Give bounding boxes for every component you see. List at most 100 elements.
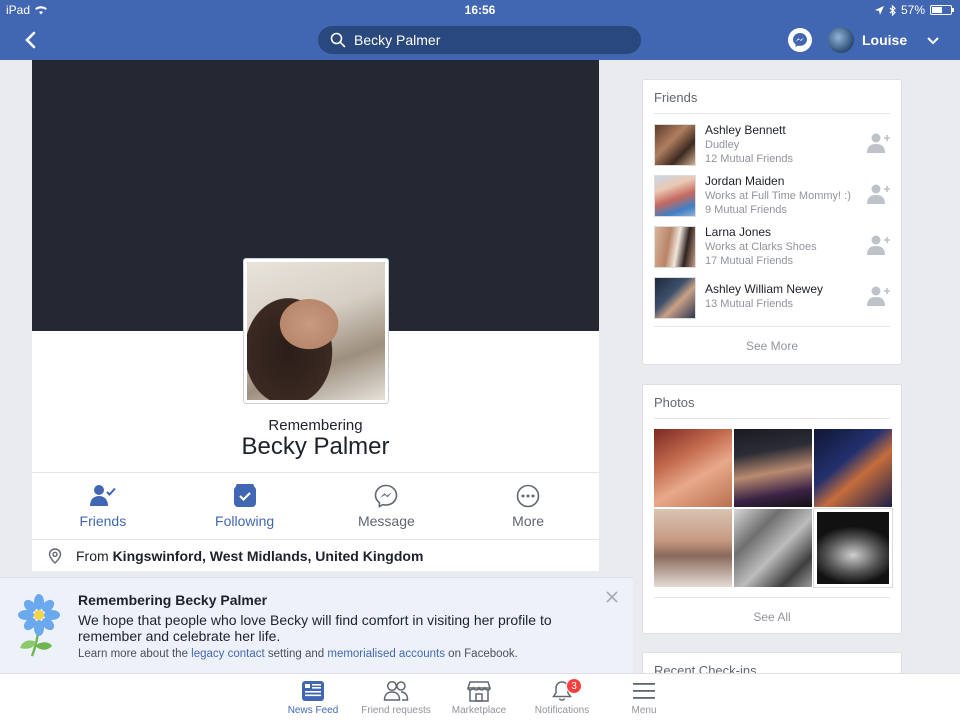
profile-photo-image <box>247 262 385 400</box>
following-button[interactable]: Following <box>174 473 316 539</box>
tab-label: News Feed <box>287 705 339 716</box>
friends-card-title: Friends <box>654 80 890 114</box>
friend-name[interactable]: Ashley Bennett <box>705 123 786 137</box>
hometown-place[interactable]: Kingswinford, West Midlands, United King… <box>113 548 424 564</box>
chevron-down-icon <box>927 37 939 45</box>
profile-actions: Friends Following Message More <box>32 472 599 540</box>
friends-label: Friends <box>79 512 127 529</box>
hamburger-menu-icon <box>633 683 655 699</box>
friend-photo[interactable] <box>654 124 696 166</box>
friend-photo[interactable] <box>654 226 696 268</box>
close-banner-button[interactable] <box>606 590 618 608</box>
friends-button[interactable]: Friends <box>32 473 174 539</box>
messenger-icon <box>793 33 807 47</box>
photo-thumbnail[interactable] <box>734 509 812 587</box>
hometown-row: From Kingswinford, West Midlands, United… <box>32 541 599 571</box>
tab-label: Friend requests <box>361 705 431 716</box>
friend-detail: Works at Clarks Shoes <box>705 241 817 253</box>
photos-card: Photos See All <box>642 384 902 634</box>
bluetooth-icon <box>889 4 896 16</box>
news-feed-icon <box>302 681 324 701</box>
see-all-photos-link[interactable]: See All <box>654 597 890 635</box>
add-friend-icon <box>867 184 890 204</box>
location-arrow-icon <box>874 5 884 15</box>
friend-photo[interactable] <box>654 277 696 319</box>
tab-label: Marketplace <box>451 705 507 716</box>
friend-mutual: 12 Mutual Friends <box>705 153 794 165</box>
more-label: More <box>512 512 545 529</box>
messenger-button[interactable] <box>788 28 812 52</box>
avatar <box>828 27 854 53</box>
tab-friend-requests[interactable]: Friend requests <box>356 680 436 716</box>
add-friend-button[interactable] <box>867 182 891 206</box>
profile-picture[interactable] <box>243 258 389 404</box>
tab-marketplace[interactable]: Marketplace <box>439 680 519 716</box>
search-bar[interactable] <box>318 26 641 54</box>
see-more-friends-link[interactable]: See More <box>654 326 890 364</box>
tab-menu[interactable]: Menu <box>604 680 684 716</box>
message-label: Message <box>357 512 415 529</box>
photo-thumbnail[interactable] <box>814 429 892 507</box>
notification-badge: 3 <box>566 678 582 694</box>
friend-item[interactable]: Larna Jones Works at Clarks Shoes 17 Mut… <box>643 220 901 271</box>
tab-news-feed[interactable]: News Feed <box>273 680 353 716</box>
location-pin-icon <box>48 548 62 564</box>
chevron-left-icon <box>25 31 36 49</box>
search-input[interactable] <box>354 32 614 48</box>
profile-name: Becky Palmer <box>241 433 390 460</box>
close-icon <box>606 591 618 603</box>
friend-mutual: 17 Mutual Friends <box>705 255 794 267</box>
friend-detail: Works at Full Time Mommy! :) <box>705 190 851 202</box>
photos-card-title: Photos <box>654 385 890 419</box>
hometown-text: From Kingswinford, West Midlands, United… <box>76 548 423 564</box>
user-name: Louise <box>862 32 908 48</box>
battery-fill <box>932 7 943 13</box>
friend-item[interactable]: Ashley William Newey 13 Mutual Friends <box>643 271 901 322</box>
learn-prefix: Learn more about the <box>78 648 188 660</box>
legacy-contact-link[interactable]: legacy contact <box>191 648 265 660</box>
add-friend-icon <box>867 286 890 306</box>
message-button[interactable]: Message <box>316 473 458 539</box>
following-icon <box>233 483 256 507</box>
profile-card: Remembering Becky Palmer Friends Followi… <box>32 60 599 580</box>
friend-name[interactable]: Jordan Maiden <box>705 174 784 188</box>
photo-thumbnail[interactable] <box>654 429 732 507</box>
friend-mutual: 13 Mutual Friends <box>705 298 794 310</box>
friend-name[interactable]: Ashley William Newey <box>705 282 823 296</box>
flower-icon <box>18 594 60 657</box>
friend-name[interactable]: Larna Jones <box>705 225 771 239</box>
bottom-tab-bar: News Feed Friend requests Marketplace 3 … <box>0 673 960 721</box>
friend-photo[interactable] <box>654 175 696 217</box>
status-right: 57% <box>874 3 954 17</box>
friend-mutual: 9 Mutual Friends <box>705 204 787 216</box>
learn-suffix: on Facebook. <box>448 648 518 660</box>
more-dots-icon <box>516 484 540 507</box>
friend-item[interactable]: Jordan Maiden Works at Full Time Mommy! … <box>643 169 901 220</box>
banner-body: We hope that people who love Becky will … <box>78 612 552 644</box>
memorialised-accounts-link[interactable]: memorialised accounts <box>327 648 445 660</box>
tab-label: Notifications <box>534 705 590 716</box>
status-time: 16:56 <box>464 3 496 17</box>
account-menu-button[interactable] <box>922 30 944 50</box>
photo-thumbnail[interactable] <box>654 509 732 587</box>
photo-thumbnail[interactable] <box>813 508 893 588</box>
tab-notifications[interactable]: 3 Notifications <box>522 678 602 716</box>
marketplace-icon <box>467 681 491 702</box>
friend-item[interactable]: Ashley Bennett Dudley 12 Mutual Friends <box>643 118 901 169</box>
friend-detail: Dudley <box>705 139 740 151</box>
search-icon <box>330 32 346 48</box>
add-friend-icon <box>867 235 890 255</box>
add-friend-icon <box>867 133 890 153</box>
profile-shortcut[interactable]: Louise <box>828 27 907 53</box>
more-button[interactable]: More <box>457 473 599 539</box>
back-button[interactable] <box>18 28 42 52</box>
add-friend-button[interactable] <box>867 233 891 257</box>
remembering-label: Remembering <box>268 417 363 434</box>
friends-card: Friends Ashley Bennett Dudley 12 Mutual … <box>642 79 902 365</box>
photo-thumbnail[interactable] <box>734 429 812 507</box>
memorial-banner: Remembering Becky Palmer We hope that pe… <box>0 577 633 673</box>
add-friend-button[interactable] <box>867 284 891 308</box>
top-navigation-bar: iPad 16:56 57% Louise <box>0 0 960 60</box>
add-friend-button[interactable] <box>867 131 891 155</box>
tab-label: Menu <box>631 705 657 716</box>
